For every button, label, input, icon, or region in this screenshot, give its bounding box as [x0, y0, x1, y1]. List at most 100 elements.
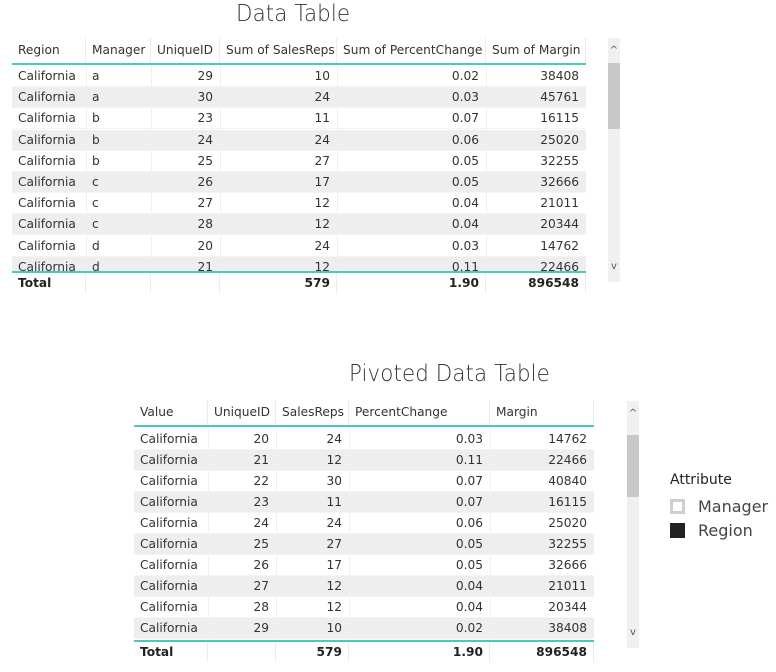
table-row[interactable]: California 23 11 0.07 16115 [134, 492, 594, 514]
legend-label: Manager [698, 496, 769, 516]
table-cell: 12 [326, 453, 342, 468]
table-cell: California [18, 69, 76, 83]
scrollbar-thumb[interactable] [627, 435, 639, 497]
table-row[interactable]: California 21 12 0.11 22466 [134, 450, 594, 472]
scrollbar-thumb[interactable] [608, 63, 620, 129]
column-header[interactable]: UniqueID [208, 400, 276, 425]
table-cell: California [140, 558, 198, 573]
column-header[interactable]: PercentChange [349, 400, 490, 425]
table-cell: c [92, 196, 99, 211]
column-header[interactable]: Sum of Margin [486, 38, 586, 63]
column-header[interactable]: Region [12, 38, 86, 63]
table-cell: a [92, 69, 100, 83]
total-value: 896548 [486, 273, 586, 293]
table-cell: 27 [197, 196, 213, 211]
table-cell: 10 [314, 69, 330, 83]
column-header[interactable]: UniqueID [151, 38, 220, 63]
table-cell: 12 [314, 217, 330, 232]
table-cell: 26 [197, 175, 213, 189]
table-cell: 25020 [548, 516, 587, 531]
total-row: Total 579 1.90 896548 [12, 271, 586, 293]
scroll-down-icon[interactable]: v [627, 626, 639, 640]
table-cell: California [18, 153, 76, 168]
table-row[interactable]: California c 27 12 0.04 21011 [12, 193, 586, 215]
table-cell: California [18, 217, 76, 232]
column-header[interactable]: Sum of PercentChange [337, 38, 486, 63]
total-value: 579 [276, 642, 349, 662]
table-cell: 0.04 [455, 579, 483, 594]
table-cell: 0.07 [455, 474, 483, 489]
table-row[interactable]: California d 20 24 0.03 14762 [12, 236, 586, 257]
column-header[interactable]: SalesReps [276, 400, 349, 425]
table-row[interactable]: California 27 12 0.04 21011 [134, 576, 594, 598]
table-cell: d [92, 238, 100, 253]
column-header[interactable]: Margin [490, 400, 594, 425]
table-cell: 26 [253, 558, 269, 573]
legend-swatch-outline-icon [670, 498, 685, 514]
legend-item-region[interactable]: Region [670, 518, 768, 542]
table-cell: 22 [253, 474, 269, 489]
table-cell: 0.07 [451, 111, 479, 126]
table-row[interactable]: California c 28 12 0.04 20344 [12, 214, 586, 236]
table-cell: 12 [326, 600, 342, 615]
table-cell: 21011 [548, 579, 587, 594]
table-cell: 21 [253, 453, 269, 468]
pivoted-table-title: Pivoted Data Table [349, 361, 550, 387]
legend-title: Attribute [670, 472, 732, 488]
table-cell: California [140, 537, 198, 552]
table-cell: 24 [253, 516, 269, 531]
column-header[interactable]: Sum of SalesReps [220, 38, 337, 63]
total-value: 579 [220, 273, 337, 293]
table-row[interactable]: California 24 24 0.06 25020 [134, 513, 594, 535]
table-cell: 28 [253, 600, 269, 615]
total-row: Total 579 1.90 896548 [134, 640, 594, 662]
scroll-up-icon[interactable]: ^ [627, 407, 639, 421]
legend-item-manager[interactable]: Manager [670, 494, 768, 518]
table-cell: 16115 [540, 111, 579, 126]
table-cell: 25020 [540, 132, 579, 147]
data-table: Region Manager UniqueID Sum of SalesReps Sum… [12, 38, 586, 294]
column-header[interactable]: Value [134, 400, 208, 425]
table-row[interactable]: California 26 17 0.05 32666 [134, 555, 594, 577]
table-cell: 12 [314, 196, 330, 211]
table-cell: 23 [253, 495, 269, 510]
table-cell: 24 [314, 238, 330, 253]
table-cell: 38408 [540, 69, 579, 83]
table-row[interactable]: California 28 12 0.04 20344 [134, 597, 594, 619]
table-row[interactable]: California b 24 24 0.06 25020 [12, 129, 586, 151]
table-row[interactable]: California 22 30 0.07 40840 [134, 471, 594, 493]
scroll-up-icon[interactable]: ^ [608, 44, 620, 58]
table-cell: 21 [197, 259, 213, 272]
scroll-down-icon[interactable]: v [608, 260, 620, 274]
table-cell: California [18, 196, 76, 211]
column-divider [208, 429, 209, 640]
table-cell: 0.05 [455, 558, 483, 573]
table-cell: 0.04 [455, 600, 483, 615]
table-cell: 29 [197, 69, 213, 83]
total-value: 1.90 [337, 273, 486, 293]
table-cell: 27 [314, 153, 330, 168]
table-row[interactable]: California a 30 24 0.03 45761 [12, 87, 586, 109]
table-row[interactable]: California 25 27 0.05 32255 [134, 534, 594, 556]
table-cell: California [18, 111, 76, 126]
pivoted-table-scrollbar[interactable]: ^ v [627, 401, 639, 648]
table-row[interactable]: California c 26 17 0.05 32666 [12, 172, 586, 193]
table-row[interactable]: California b 25 27 0.05 32255 [12, 151, 586, 172]
table-row[interactable]: California a 29 10 0.02 38408 [12, 66, 586, 87]
table-cell: 27 [326, 537, 342, 552]
table-cell: California [140, 516, 198, 531]
table-row[interactable]: California d 21 12 0.11 22466 [12, 256, 586, 272]
table-cell: 17 [326, 558, 342, 573]
table-row[interactable]: California b 23 11 0.07 16115 [12, 108, 586, 130]
data-table-scrollbar[interactable]: ^ v [608, 38, 620, 282]
table-cell: 22466 [540, 259, 579, 272]
table-cell: California [18, 259, 76, 272]
table-cell: 11 [314, 111, 330, 126]
table-cell: 0.06 [451, 132, 479, 147]
table-cell: 29 [253, 621, 269, 636]
column-divider [486, 66, 487, 272]
table-row[interactable]: California 20 24 0.03 14762 [134, 429, 594, 450]
table-row[interactable]: California 29 10 0.02 38408 [134, 618, 594, 640]
table-cell: 27 [253, 579, 269, 594]
column-header[interactable]: Manager [86, 38, 151, 63]
